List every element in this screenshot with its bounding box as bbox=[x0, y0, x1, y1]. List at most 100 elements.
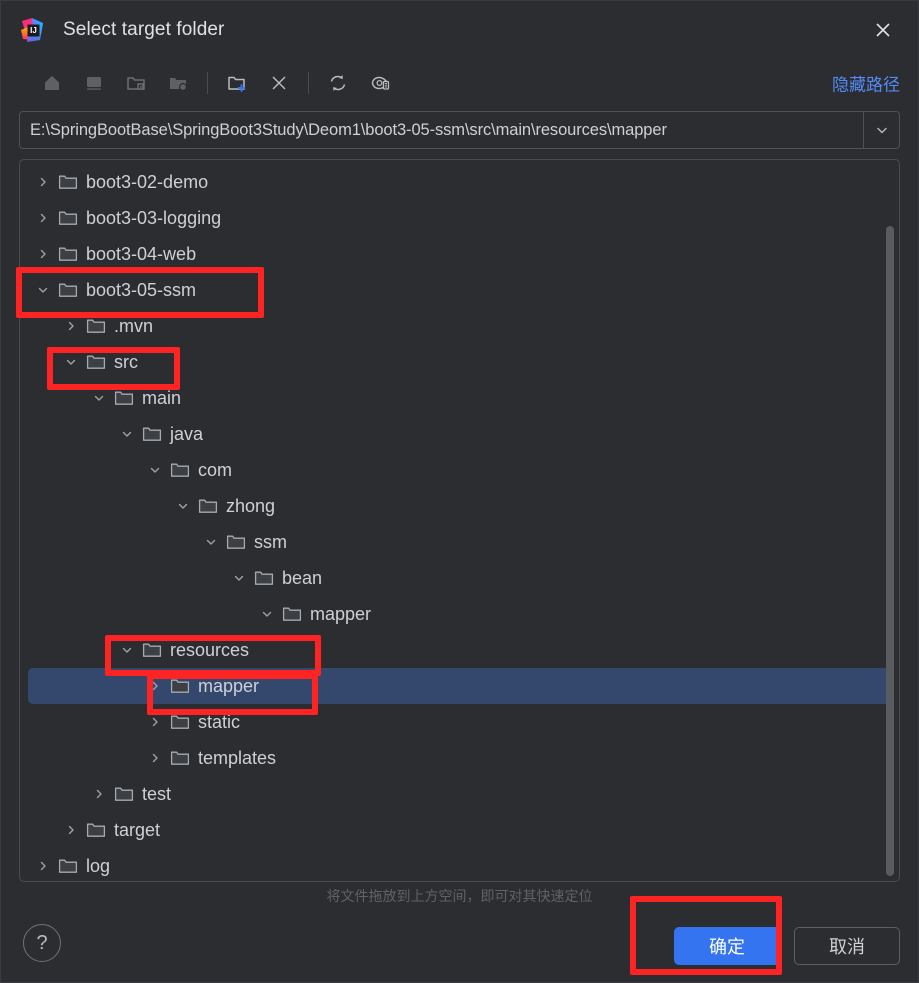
footer-actions: 确定 取消 bbox=[674, 927, 900, 965]
tree-row-label: mapper bbox=[198, 675, 260, 696]
tree-row[interactable]: ssm bbox=[28, 524, 891, 560]
tree-row-label: boot3-02-demo bbox=[86, 171, 209, 192]
tree-row-label: mapper bbox=[310, 603, 372, 624]
tree-row-label: test bbox=[142, 783, 172, 804]
chevron-down-icon[interactable] bbox=[62, 353, 80, 371]
intellij-idea-logo-icon: IJ bbox=[19, 17, 45, 43]
tree-row[interactable]: boot3-05-ssm bbox=[28, 272, 891, 308]
tree-row[interactable]: com bbox=[28, 452, 891, 488]
tree-row[interactable]: bean bbox=[28, 560, 891, 596]
chevron-right-icon[interactable] bbox=[62, 821, 80, 839]
folder-tree: boot3-02-demo boot3-03-logging boot3-04-we… bbox=[20, 160, 899, 881]
dialog-title: Select target folder bbox=[63, 19, 225, 40]
dialog-titlebar: IJ Select target folder bbox=[1, 1, 918, 59]
folder-icon bbox=[114, 388, 134, 408]
toolbar-divider-2 bbox=[308, 72, 309, 94]
chevron-right-icon[interactable] bbox=[146, 749, 164, 767]
folder-icon bbox=[86, 316, 106, 336]
chevron-down-icon[interactable] bbox=[863, 112, 899, 148]
tree-row[interactable]: mapper bbox=[28, 596, 891, 632]
tree-row-label: java bbox=[170, 423, 204, 444]
new-folder-icon[interactable] bbox=[220, 66, 254, 100]
project-folder-icon[interactable] bbox=[119, 66, 153, 100]
chevron-right-icon[interactable] bbox=[146, 713, 164, 731]
select-target-folder-dialog: IJ Select target folder 隐藏路径 E:\SpringBo… bbox=[0, 0, 919, 983]
tree-row-label: ssm bbox=[254, 531, 287, 552]
svg-text:IJ: IJ bbox=[30, 26, 37, 35]
folder-icon bbox=[142, 424, 162, 444]
chevron-down-icon[interactable] bbox=[202, 533, 220, 551]
folder-icon bbox=[170, 748, 190, 768]
help-icon[interactable]: ? bbox=[23, 924, 61, 962]
module-folder-icon[interactable] bbox=[161, 66, 195, 100]
tree-row[interactable]: test bbox=[28, 776, 891, 812]
folder-icon bbox=[170, 712, 190, 732]
tree-row-label: bean bbox=[282, 567, 323, 588]
tree-row[interactable]: src bbox=[28, 344, 891, 380]
tree-row[interactable]: zhong bbox=[28, 488, 891, 524]
chevron-down-icon[interactable] bbox=[34, 281, 52, 299]
tree-row[interactable]: log bbox=[28, 848, 891, 881]
ok-button[interactable]: 确定 bbox=[674, 927, 780, 965]
refresh-icon[interactable] bbox=[321, 66, 355, 100]
tree-row[interactable]: templates bbox=[28, 740, 891, 776]
path-field-row bbox=[19, 111, 900, 149]
chevron-down-icon[interactable] bbox=[90, 389, 108, 407]
tree-row[interactable]: .mvn bbox=[28, 308, 891, 344]
tree-row-label: static bbox=[198, 711, 241, 732]
tree-row-label: resources bbox=[170, 639, 250, 660]
folder-icon bbox=[282, 604, 302, 624]
chevron-right-icon[interactable] bbox=[90, 785, 108, 803]
chevron-down-icon[interactable] bbox=[118, 641, 136, 659]
tree-row-label: boot3-04-web bbox=[86, 243, 197, 264]
tree-row-label: com bbox=[198, 459, 233, 480]
cancel-button[interactable]: 取消 bbox=[794, 927, 900, 965]
home-icon[interactable] bbox=[35, 66, 69, 100]
tree-row[interactable]: static bbox=[28, 704, 891, 740]
tree-scrollbar[interactable] bbox=[885, 164, 895, 877]
close-icon[interactable] bbox=[866, 13, 900, 47]
tree-row[interactable]: boot3-02-demo bbox=[28, 164, 891, 200]
chevron-down-icon[interactable] bbox=[174, 497, 192, 515]
folder-icon bbox=[58, 856, 78, 876]
chevron-right-icon[interactable] bbox=[34, 173, 52, 191]
chevron-right-icon[interactable] bbox=[62, 317, 80, 335]
drag-drop-hint: 将文件拖放到上方空间，即可对其快速定位 bbox=[326, 888, 593, 904]
folder-icon bbox=[58, 172, 78, 192]
chevron-down-icon[interactable] bbox=[258, 605, 276, 623]
tree-row-label: boot3-03-logging bbox=[86, 207, 222, 228]
tree-row-label: templates bbox=[198, 747, 277, 768]
path-input[interactable] bbox=[20, 112, 863, 148]
tree-row-label: log bbox=[86, 855, 111, 876]
folder-icon bbox=[58, 280, 78, 300]
folder-icon bbox=[58, 208, 78, 228]
tree-row[interactable]: boot3-03-logging bbox=[28, 200, 891, 236]
tree-row[interactable]: resources bbox=[28, 632, 891, 668]
chevron-right-icon[interactable] bbox=[34, 209, 52, 227]
folder-icon bbox=[226, 532, 246, 552]
desktop-icon[interactable] bbox=[77, 66, 111, 100]
tree-row[interactable]: main bbox=[28, 380, 891, 416]
tree-row[interactable]: target bbox=[28, 812, 891, 848]
tree-row-label: boot3-05-ssm bbox=[86, 279, 197, 300]
show-hidden-files-icon[interactable] bbox=[363, 66, 397, 100]
chevron-right-icon[interactable] bbox=[34, 857, 52, 875]
tree-row-label: .mvn bbox=[114, 315, 154, 336]
navigation-toolbar: 隐藏路径 bbox=[1, 59, 918, 107]
delete-icon[interactable] bbox=[262, 66, 296, 100]
folder-icon bbox=[170, 676, 190, 696]
hide-path-link[interactable]: 隐藏路径 bbox=[832, 71, 900, 96]
tree-row[interactable]: java bbox=[28, 416, 891, 452]
folder-icon bbox=[114, 784, 134, 804]
tree-scrollbar-thumb[interactable] bbox=[886, 226, 894, 876]
tree-row[interactable]: boot3-04-web bbox=[28, 236, 891, 272]
chevron-right-icon[interactable] bbox=[34, 245, 52, 263]
tree-row-label: src bbox=[114, 351, 138, 372]
tree-row-label: target bbox=[114, 819, 161, 840]
tree-row[interactable]: mapper bbox=[28, 668, 891, 704]
chevron-down-icon[interactable] bbox=[146, 461, 164, 479]
chevron-down-icon[interactable] bbox=[118, 425, 136, 443]
chevron-right-icon[interactable] bbox=[146, 677, 164, 695]
folder-icon bbox=[86, 352, 106, 372]
chevron-down-icon[interactable] bbox=[230, 569, 248, 587]
